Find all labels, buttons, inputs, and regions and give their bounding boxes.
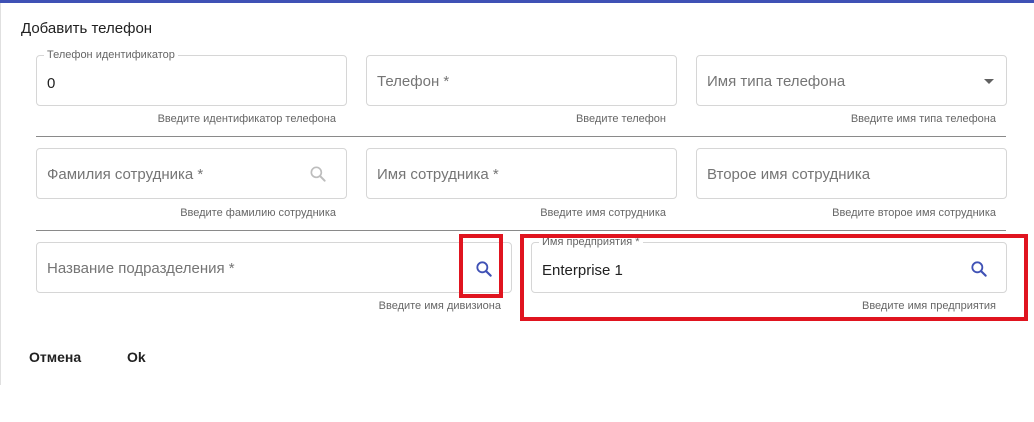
dialog-left-border (0, 3, 1, 385)
cancel-button[interactable]: Отмена (29, 349, 81, 365)
division-hint: Введите имя дивизиона (378, 300, 501, 312)
last-name-field[interactable]: Фамилия сотрудника * (36, 148, 347, 199)
phone-id-value: 0 (47, 75, 56, 92)
last-name-hint: Введите фамилию сотрудника (180, 207, 336, 219)
phone-type-select[interactable]: Имя типа телефона (696, 55, 1007, 106)
row-divider (36, 136, 1006, 137)
enterprise-field[interactable]: Имя предприятия * Enterprise 1 (531, 236, 1007, 293)
chevron-down-icon[interactable] (984, 79, 994, 84)
enterprise-value: Enterprise 1 (542, 262, 623, 279)
phone-type-hint: Введите имя типа телефона (850, 113, 996, 125)
dialog-title: Добавить телефон (21, 20, 153, 37)
first-name-placeholder: Имя сотрудника * (377, 166, 499, 183)
first-name-field[interactable]: Имя сотрудника * (366, 148, 677, 199)
phone-type-placeholder: Имя типа телефона (707, 73, 846, 90)
ok-button[interactable]: Ok (127, 349, 146, 365)
search-icon[interactable] (474, 259, 494, 279)
first-name-hint: Введите имя сотрудника (540, 207, 666, 219)
division-placeholder: Название подразделения * (47, 260, 235, 277)
division-field[interactable]: Название подразделения * (36, 242, 512, 293)
phone-id-field[interactable]: Телефон идентификатор 0 (36, 49, 347, 106)
enterprise-label: Имя предприятия * (539, 236, 643, 248)
search-icon[interactable] (969, 259, 989, 279)
phone-id-hint: Введите идентификатор телефона (157, 113, 336, 125)
phone-id-label: Телефон идентификатор (44, 49, 178, 61)
phone-hint: Введите телефон (575, 113, 666, 125)
phone-placeholder: Телефон * (377, 73, 450, 90)
last-name-placeholder: Фамилия сотрудника * (47, 166, 204, 183)
enterprise-hint: Введите имя предприятия (862, 300, 996, 312)
middle-name-placeholder: Второе имя сотрудника (707, 166, 871, 183)
dialog-top-accent-bar (0, 0, 1034, 3)
row-divider (36, 230, 1006, 231)
search-icon[interactable] (308, 164, 328, 184)
middle-name-hint: Введите второе имя сотрудника (832, 207, 996, 219)
middle-name-field[interactable]: Второе имя сотрудника (696, 148, 1007, 199)
phone-field[interactable]: Телефон * (366, 55, 677, 106)
